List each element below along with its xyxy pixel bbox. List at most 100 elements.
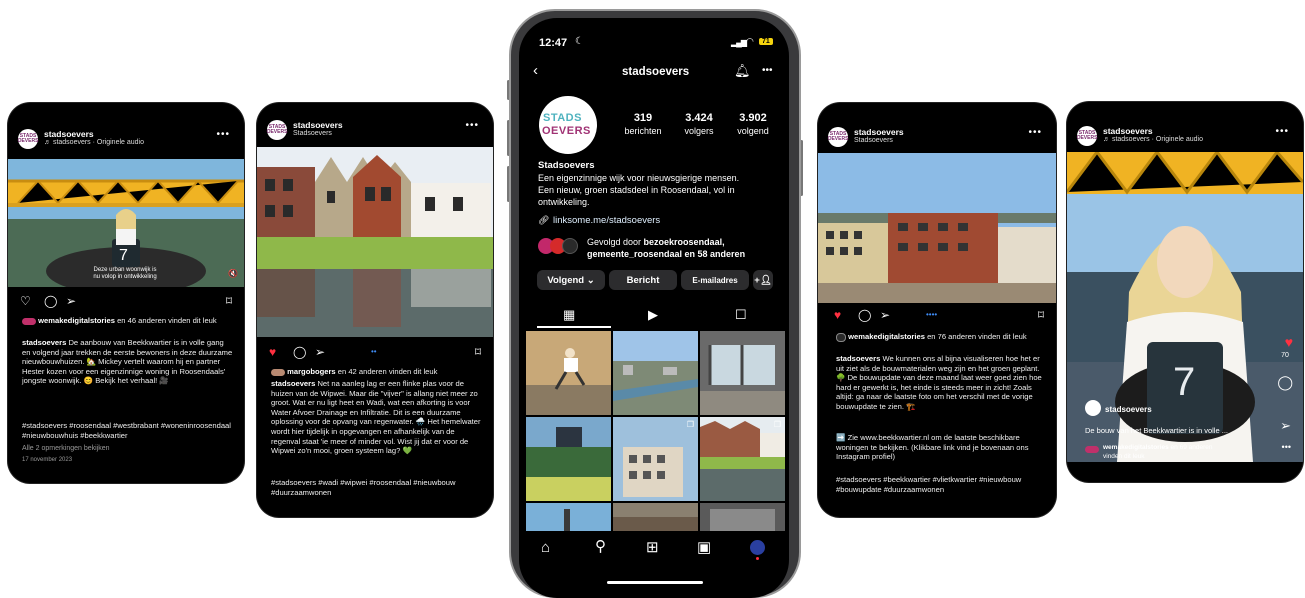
grid-post[interactable] [526,503,611,531]
more-options-icon[interactable]: ••• [1028,127,1042,138]
reel-avatar[interactable] [1085,400,1101,416]
reel-caption[interactable]: De bouw van het Beekkwartier is in volle… [1085,426,1228,435]
link-icon: 🔗︎ [538,215,550,225]
grid-post[interactable] [613,331,698,415]
audio-label[interactable]: ♬ stadsoevers · Originele audio [1103,136,1203,143]
more-options-icon[interactable]: ••• [465,120,479,131]
post-caption: stadsoevers We kunnen ons al bijna visua… [836,354,1046,412]
save-icon[interactable]: ⌑ [1038,308,1044,322]
post-grid: ❐ ❐ [526,331,785,531]
profile-avatar[interactable]: STADS OEVERS [828,127,848,147]
carousel-icon: ❐ [773,420,781,429]
stat-posts-label[interactable]: berichten [618,126,668,136]
followed-by-line2[interactable]: gemeente_roosendaal en 58 anderen [587,249,745,259]
grid-post[interactable] [526,331,611,415]
stat-following-value[interactable]: 3.902 [728,112,778,124]
liker-avatar [836,332,846,342]
share-icon[interactable]: ➢ [880,308,890,322]
profile-screen: 12:47 ☾ ▂▄▆ ◠ 71 ‹ stadsoevers 🔔︎ ••• ST… [519,18,789,598]
mute-icon[interactable]: 🔇 [228,269,238,278]
post-media[interactable]: 7 Deze urban woonwijk is nu volop in ont… [8,159,244,287]
more-options-icon[interactable]: ••• [216,129,230,140]
following-button[interactable]: Volgend ⌄ [537,270,605,290]
reel-likes-count[interactable]: 70 [1277,352,1293,359]
create-post-icon[interactable]: ⊞ [646,538,659,556]
dynamic-island [619,28,689,46]
save-icon[interactable]: ⌑ [226,294,232,308]
share-icon[interactable]: ➢ [315,345,325,359]
post-account-name[interactable]: stadsoevers [44,129,94,139]
liked-by-user[interactable]: wemakedigitalstories [38,316,115,325]
caption-user[interactable]: stadsoevers [271,379,315,388]
comment-icon[interactable]: ◯ [1277,374,1293,391]
reel-username[interactable]: stadsoevers [1105,405,1152,414]
reels-icon[interactable]: ▣ [697,538,711,556]
comments-link[interactable]: Alle 2 opmerkingen bekijken [22,445,110,452]
caption-user[interactable]: stadsoevers [22,338,66,347]
reels-tab-icon[interactable]: ▶︎ [648,307,658,323]
post-hashtags[interactable]: #stadsoevers #beekkwartier #vlietkwartie… [836,475,1046,494]
grid-post[interactable] [526,417,611,501]
caption-text: Net na aanleg lag er een flinke plas voo… [271,379,481,456]
grid-post[interactable] [700,503,785,531]
grid-post[interactable]: ❐ [700,417,785,501]
likes-text: en 46 anderen vinden dit leuk [114,316,217,325]
add-person-icon[interactable]: +👤︎ [753,270,773,290]
search-icon[interactable]: ⚲ [595,537,606,555]
post-media[interactable] [818,153,1056,303]
share-icon[interactable]: ➢ [66,294,76,308]
followed-by-line[interactable]: Gevolgd door bezoekroosendaal, [587,237,725,247]
followed-accounts[interactable]: bezoekroosendaal, [644,237,725,247]
more-options-icon[interactable]: ••• [1275,126,1289,137]
profile-picture[interactable]: STADS OEVERS [539,96,597,154]
back-arrow-icon[interactable]: ‹ [533,62,538,79]
grid-post[interactable] [613,503,698,531]
tagged-tab-icon[interactable]: ☐ [735,307,747,323]
grid-post[interactable]: ❐ [613,417,698,501]
more-options-icon[interactable]: ••• [762,65,773,76]
reel-video[interactable]: 7 ♥ 70 ◯ ➢ ••• stadsoevers De bouw van h… [1067,152,1303,462]
stat-followers-value[interactable]: 3.424 [674,112,724,124]
stat-posts-value[interactable]: 319 [623,112,663,124]
share-icon[interactable]: ➢ [1280,418,1291,434]
grid-post[interactable] [700,331,785,415]
email-button[interactable]: E-mailadres [681,270,749,290]
caption-user[interactable]: stadsoevers [836,354,880,363]
comment-icon[interactable]: ◯ [858,308,871,322]
profile-avatar[interactable]: STADS OEVERS [1077,126,1097,146]
grid-tab-icon[interactable]: ▦ [563,307,575,323]
liked-heart-icon[interactable]: ♥ [269,345,276,359]
profile-tab-icon[interactable] [750,540,765,555]
post-account-name[interactable]: stadsoevers [1103,126,1153,136]
stat-followers-label[interactable]: volgers [674,126,724,136]
reel-post-5: STADS OEVERS stadsoevers ♬ stadsoevers · … [1067,102,1303,482]
profile-link[interactable]: linksome.me/stadsoevers [553,215,660,226]
liked-heart-icon[interactable]: ♥ [834,308,841,322]
profile-avatar[interactable]: STADS OEVERS [18,129,38,149]
bio-line: Een eigenzinnige wijk voor nieuwsgierige… [538,173,740,183]
comment-icon[interactable]: ◯ [44,294,57,308]
save-icon[interactable]: ⌑ [475,345,481,359]
home-icon[interactable]: ⌂ [541,539,550,556]
more-options-icon[interactable]: ••• [1282,442,1291,452]
notification-bell-icon[interactable]: 🔔︎ [734,63,751,79]
stat-following-label[interactable]: volgend [728,126,778,136]
grid-photo [613,503,698,531]
profile-avatar[interactable]: STADS OEVERS [267,120,287,140]
post-hashtags[interactable]: #stadsoevers #wadi #wipwei #roosendaal #… [271,478,483,497]
audio-label[interactable]: ♬ stadsoevers · Originele audio [44,139,144,146]
post-account-name[interactable]: stadsoevers [293,120,343,130]
liked-by-user[interactable]: margobogers [287,367,336,376]
like-icon[interactable]: ♡ [20,294,31,308]
liked-by-user[interactable]: wemakedigitalstories [1103,444,1169,451]
post-hashtags[interactable]: #stadsoevers #roosendaal #westbrabant #w… [22,421,234,440]
liked-heart-icon[interactable]: ♥ [1285,334,1293,350]
liker-avatars [271,368,285,376]
comment-icon[interactable]: ◯ [293,345,306,359]
grid-photo [700,417,785,501]
post-account-name[interactable]: stadsoevers [854,127,904,137]
liked-by-user[interactable]: wemakedigitalstories [848,332,925,341]
message-button[interactable]: Bericht [609,270,677,290]
post-media[interactable] [257,147,493,337]
battery-indicator: 71 [759,38,773,45]
